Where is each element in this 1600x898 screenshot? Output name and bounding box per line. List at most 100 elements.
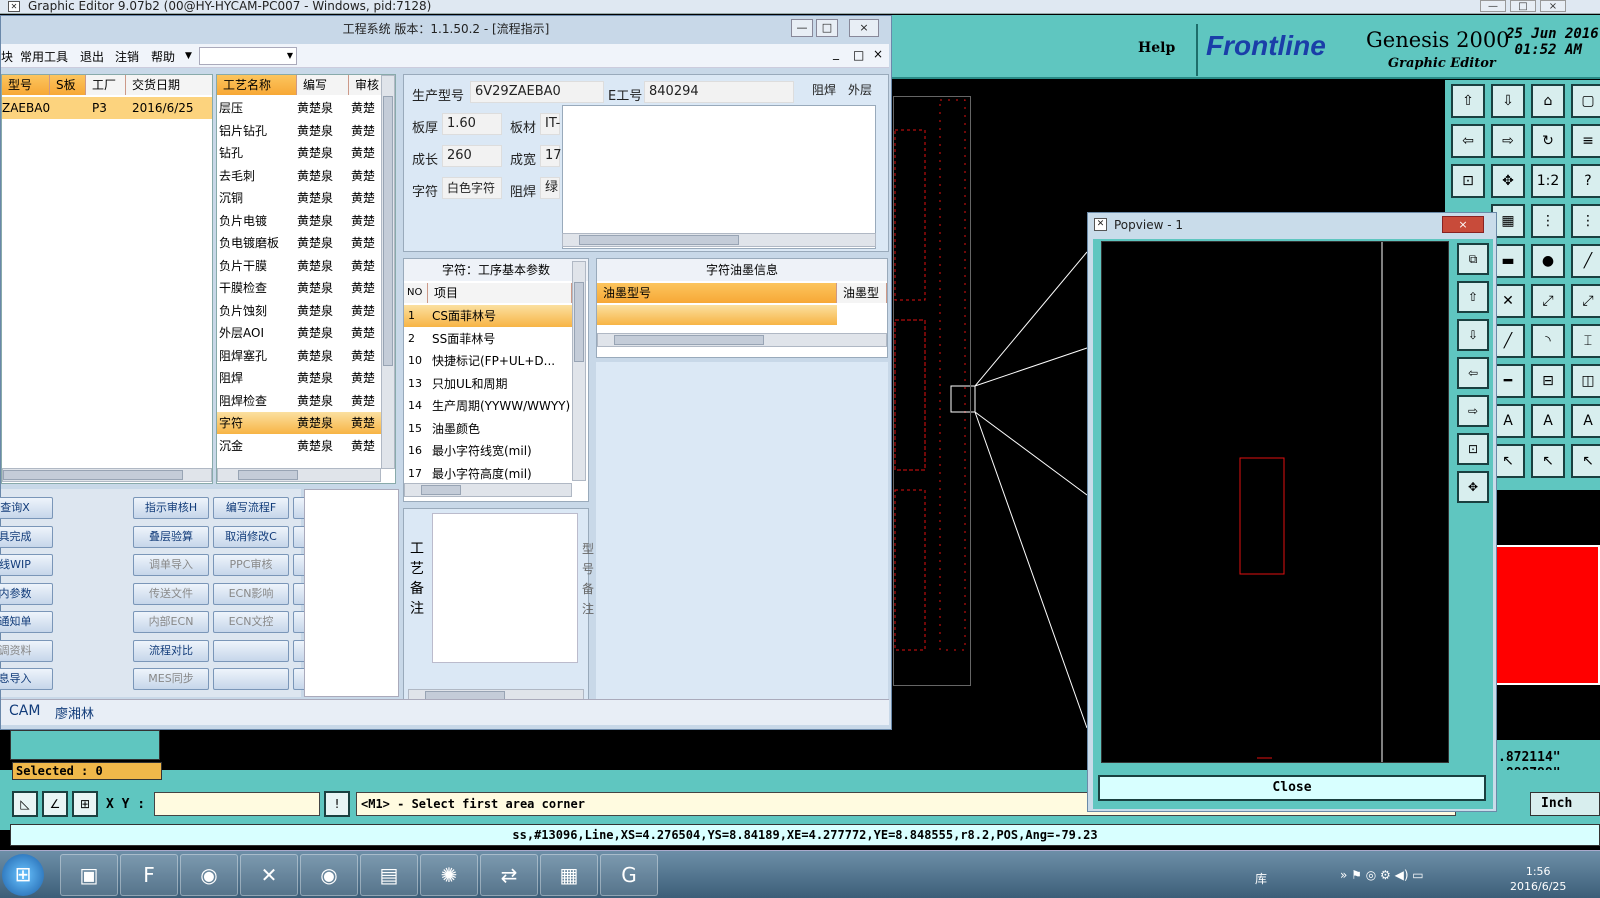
- close-button[interactable]: Close: [1098, 775, 1486, 801]
- h-scrollbar[interactable]: [597, 333, 887, 347]
- action-button[interactable]: [213, 668, 289, 690]
- process-row[interactable]: 去毛刺 黄楚泉 黄楚: [217, 165, 381, 187]
- document-icon[interactable]: ▤: [360, 854, 418, 896]
- action-button[interactable]: 流程对比: [133, 639, 209, 662]
- thick-field[interactable]: 1.60: [442, 113, 502, 135]
- tool-icon[interactable]: ╱: [1571, 244, 1600, 278]
- sub-restore-button[interactable]: □: [853, 48, 864, 62]
- close-icon[interactable]: ×: [1442, 216, 1484, 233]
- col-header[interactable]: 油墨型号: [597, 283, 837, 303]
- action-button[interactable]: 内参数: [0, 582, 53, 605]
- tool-icon[interactable]: ⇨: [1457, 395, 1489, 427]
- col-header[interactable]: 工艺名称: [217, 75, 297, 95]
- table-row[interactable]: ZAEBA0 P3 2016/6/25: [2, 97, 212, 119]
- param-row[interactable]: 15 油墨颜色: [404, 418, 572, 440]
- units-selector[interactable]: Inch: [1530, 792, 1600, 816]
- col-header[interactable]: 型号: [2, 75, 50, 95]
- tool-icon[interactable]: ⤢: [1571, 284, 1600, 318]
- menu-item[interactable]: 块: [1, 48, 13, 65]
- action-button[interactable]: 编写流程F: [213, 497, 289, 519]
- tab-mask[interactable]: 阻焊: [812, 81, 836, 98]
- tool-icon[interactable]: ⌶: [1571, 324, 1600, 358]
- process-row[interactable]: 负片电镀 黄楚泉 黄楚: [217, 210, 381, 232]
- action-button[interactable]: PPC审核: [213, 554, 289, 576]
- mat-field[interactable]: IT-: [540, 113, 560, 135]
- process-row[interactable]: 沉铜 黄楚泉 黄楚: [217, 187, 381, 209]
- process-row[interactable]: 负片干膜 黄楚泉 黄楚: [217, 255, 381, 277]
- tool-icon[interactable]: ⇩: [1457, 319, 1489, 351]
- notes-textarea[interactable]: [432, 513, 578, 663]
- h-scrollbar[interactable]: [404, 483, 572, 497]
- action-button[interactable]: 线WIP: [0, 554, 53, 576]
- sub-minimize-button[interactable]: _: [833, 46, 839, 60]
- action-button[interactable]: 内部ECN: [133, 611, 209, 633]
- minimize-button[interactable]: —: [1480, 0, 1506, 12]
- tray-library[interactable]: 库: [1255, 870, 1267, 887]
- close-button[interactable]: ×: [849, 19, 879, 37]
- col-header[interactable]: S板: [50, 75, 86, 95]
- xy-input[interactable]: [154, 792, 320, 816]
- scale-icon[interactable]: 1:2: [1531, 164, 1565, 198]
- col-header[interactable]: 审核: [349, 75, 383, 95]
- zoom-fit-icon[interactable]: ⊡: [1451, 164, 1485, 198]
- maximize-button[interactable]: □: [1510, 0, 1536, 12]
- tab-cam[interactable]: CAM: [9, 703, 40, 719]
- action-button[interactable]: ECN文控: [213, 611, 289, 633]
- alert-icon[interactable]: !: [324, 791, 350, 817]
- menu-item-help[interactable]: 帮助: [151, 48, 175, 65]
- start-button[interactable]: ⊞: [2, 854, 44, 896]
- text-icon[interactable]: A: [1571, 404, 1600, 438]
- process-row[interactable]: 沉金 黄楚泉 黄楚: [217, 435, 381, 457]
- tool-icon[interactable]: ⋮: [1531, 204, 1565, 238]
- wid-field[interactable]: 17: [540, 145, 562, 167]
- process-row[interactable]: 阻焊 黄楚泉 黄楚: [217, 367, 381, 389]
- action-button[interactable]: 叠层验算: [133, 525, 209, 548]
- process-row[interactable]: 铝片钻孔 黄楚泉 黄楚: [217, 120, 381, 142]
- zoom-fit-icon[interactable]: ⊡: [1457, 433, 1489, 465]
- table-row[interactable]: [597, 305, 837, 325]
- tool-icon[interactable]: ⇦: [1451, 124, 1485, 158]
- action-button[interactable]: 通知单: [0, 611, 53, 633]
- char-field[interactable]: 白色字符: [442, 177, 502, 199]
- process-row[interactable]: 层压 黄楚泉 黄楚: [217, 97, 381, 119]
- tool-icon[interactable]: ⧉: [1457, 243, 1489, 275]
- process-row[interactable]: 负片蚀刻 黄楚泉 黄楚: [217, 300, 381, 322]
- pan-icon[interactable]: ✥: [1491, 164, 1525, 198]
- toolbar-dropdown[interactable]: ▼: [199, 47, 297, 65]
- tool-icon[interactable]: ⇧: [1451, 84, 1485, 118]
- genesis-icon[interactable]: ✕: [240, 854, 298, 896]
- teamviewer-icon[interactable]: ⇄: [480, 854, 538, 896]
- menu-item-exit[interactable]: 退出: [80, 48, 104, 65]
- grid-icon[interactable]: ⊞: [72, 791, 98, 817]
- tab-user[interactable]: 廖湘林: [55, 703, 94, 722]
- action-button[interactable]: 具完成: [0, 525, 53, 548]
- model-field[interactable]: 6V29ZAEBA0: [470, 81, 604, 103]
- shell-icon[interactable]: ✺: [420, 854, 478, 896]
- tool-icon[interactable]: ⊟: [1531, 364, 1565, 398]
- process-row[interactable]: 字符 黄楚泉 黄楚: [217, 412, 381, 434]
- pan-icon[interactable]: ✥: [1457, 471, 1489, 503]
- angle-icon[interactable]: ∠: [42, 791, 68, 817]
- maximize-button[interactable]: □: [816, 19, 838, 37]
- col-header[interactable]: 编写: [297, 75, 349, 95]
- calculator-icon[interactable]: ▦: [540, 854, 598, 896]
- question-icon[interactable]: ?: [1571, 164, 1600, 198]
- action-button[interactable]: MES同步: [133, 668, 209, 690]
- process-row[interactable]: 负电镀磨板 黄楚泉 黄楚: [217, 232, 381, 254]
- tool-icon[interactable]: ⤢: [1531, 284, 1565, 318]
- v-scrollbar[interactable]: [381, 75, 395, 469]
- action-button[interactable]: 调单导入: [133, 554, 209, 576]
- col-header[interactable]: 项目: [428, 283, 572, 303]
- arc-icon[interactable]: ◝: [1531, 324, 1565, 358]
- cursor-icon[interactable]: ↖: [1571, 444, 1600, 478]
- tool-icon[interactable]: ◫: [1571, 364, 1600, 398]
- save-icon[interactable]: ▣: [60, 854, 118, 896]
- tool-icon[interactable]: ↻: [1531, 124, 1565, 158]
- param-row[interactable]: 16 最小字符线宽(mil): [404, 440, 572, 462]
- tool-icon[interactable]: ⇦: [1457, 357, 1489, 389]
- menu-item-logout[interactable]: 注销: [115, 48, 139, 65]
- action-button[interactable]: 指示审核H: [133, 497, 209, 519]
- param-row[interactable]: 1 CS面菲林号: [404, 305, 572, 327]
- action-button[interactable]: 息导入: [0, 668, 53, 690]
- process-row[interactable]: 钻孔 黄楚泉 黄楚: [217, 142, 381, 164]
